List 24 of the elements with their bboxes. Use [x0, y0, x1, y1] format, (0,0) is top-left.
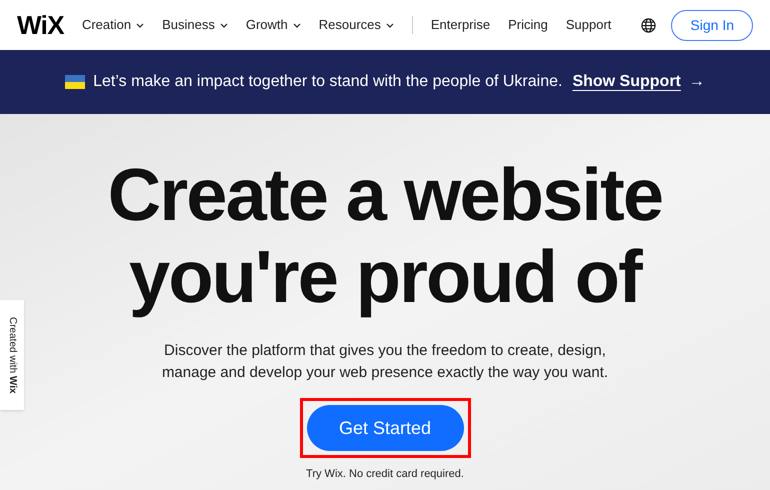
nav-link[interactable]: Support	[566, 15, 612, 35]
nav-link[interactable]: Enterprise	[430, 15, 490, 35]
nav-link[interactable]: Resources	[318, 15, 394, 35]
chevron-down-icon	[292, 22, 301, 28]
get-started-button[interactable]: Get Started	[306, 405, 464, 451]
logo[interactable]: WiX	[17, 12, 64, 38]
flag-icon	[65, 75, 86, 89]
arrow-icon: →	[688, 70, 705, 94]
nav-link[interactable]: Creation	[82, 15, 144, 35]
banner-message: Let’s make an impact together to stand with the people of Ukraine.	[93, 72, 562, 92]
no-credit-card-note: Try Wix. No credit card required.	[306, 467, 464, 482]
hero-subtitle: Discover the platform that gives you the freedom to create, design, manage and develop your web presence exactly the way you want.	[160, 341, 610, 383]
created-with-wix-tab[interactable]: Created with Wix	[0, 300, 24, 410]
nav-link[interactable]: Growth	[246, 15, 301, 35]
hero-heading-line: you're proud of	[129, 236, 641, 318]
nav-link[interactable]: Business	[162, 15, 228, 35]
sign-in-button[interactable]: Sign In	[671, 10, 753, 40]
show-support-link[interactable]: Show Support	[572, 70, 681, 94]
chevron-down-icon	[136, 22, 144, 28]
chevron-down-icon	[220, 22, 228, 28]
hero-heading-line: Create a website	[108, 154, 662, 236]
globe-icon[interactable]	[641, 18, 656, 32]
chevron-down-icon	[386, 22, 394, 28]
nav-link[interactable]: Pricing	[508, 15, 548, 35]
